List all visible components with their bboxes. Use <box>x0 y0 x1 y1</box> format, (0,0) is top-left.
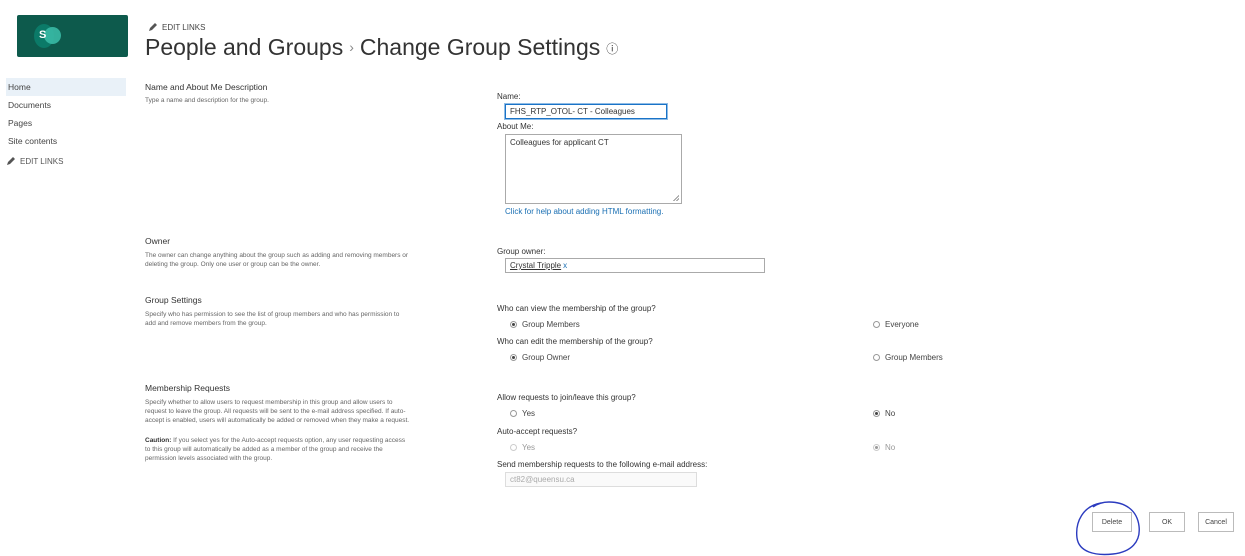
name-about-title: Name and About Me Description <box>145 82 268 92</box>
group-owner-label: Group owner: <box>497 247 546 256</box>
breadcrumb-separator: › <box>349 39 354 55</box>
top-edit-links[interactable]: EDIT LINKS <box>148 22 205 32</box>
edit-opt-group-owner: Group Owner <box>522 353 571 362</box>
auto-radio-no[interactable]: No <box>873 443 895 452</box>
auto-no-label: No <box>885 443 896 452</box>
top-edit-links-label: EDIT LINKS <box>162 22 206 32</box>
membership-desc-3: accept is enabled, users will automatica… <box>145 417 410 424</box>
edit-radio-group-members[interactable]: Group Members <box>873 353 943 362</box>
nav-item-home[interactable]: Home <box>6 78 126 96</box>
allow-radio-no[interactable]: No <box>873 409 895 418</box>
group-settings-desc-2: add and remove members from the group. <box>145 320 267 327</box>
nav-item-documents[interactable]: Documents <box>6 96 126 114</box>
caution-line-3: permission levels associated with the gr… <box>145 455 273 462</box>
radio-selected-icon <box>873 444 880 451</box>
ok-button[interactable]: OK <box>1149 512 1185 532</box>
radio-unselected-icon <box>873 354 880 361</box>
pencil-icon <box>149 23 157 31</box>
edit-membership-question: Who can edit the membership of the group… <box>497 337 653 346</box>
auto-yes-label: Yes <box>522 443 536 452</box>
view-opt-group-members: Group Members <box>522 320 580 329</box>
edit-opt-group-members: Group Members <box>885 353 943 362</box>
nav-item-site-contents[interactable]: Site contents <box>6 132 126 150</box>
resize-handle-icon[interactable] <box>673 195 679 201</box>
allow-yes-label: Yes <box>522 409 536 418</box>
group-owner-picker[interactable]: Crystal Tripple x <box>505 258 765 273</box>
radio-selected-icon <box>510 354 517 361</box>
view-membership-question: Who can view the membership of the group… <box>497 304 656 313</box>
info-icon[interactable]: ⓘ <box>606 42 618 56</box>
allow-requests-question: Allow requests to join/leave this group? <box>497 393 636 402</box>
email-label: Send membership requests to the followin… <box>497 460 708 469</box>
edit-radio-group-owner[interactable]: Group Owner <box>510 353 570 362</box>
sharepoint-icon: S <box>34 24 61 48</box>
allow-no-label: No <box>885 409 896 418</box>
html-help-link[interactable]: Click for help about adding HTML formatt… <box>505 207 663 216</box>
cancel-button[interactable]: Cancel <box>1198 512 1234 532</box>
left-nav: Home Documents Pages Site contents EDIT … <box>6 78 126 166</box>
group-settings-title: Group Settings <box>145 295 202 305</box>
remove-owner-icon[interactable]: x <box>563 261 567 270</box>
name-label: Name: <box>497 92 521 101</box>
radio-unselected-icon <box>873 321 880 328</box>
view-opt-everyone: Everyone <box>885 320 919 329</box>
nav-edit-links[interactable]: EDIT LINKS <box>6 156 126 166</box>
site-logo[interactable]: S <box>17 15 128 57</box>
membership-title: Membership Requests <box>145 383 231 393</box>
radio-unselected-icon <box>510 444 517 451</box>
breadcrumb: People and Groups › Change Group Settings ⓘ <box>145 34 618 61</box>
group-name-input[interactable]: FHS_RTP_OTOL- CT - Colleagues <box>505 104 667 119</box>
about-me-textarea[interactable]: Colleagues for applicant CT <box>505 134 682 204</box>
about-me-text: Colleagues for applicant CT <box>510 138 609 147</box>
annotation-circle <box>1076 501 1140 556</box>
view-radio-everyone[interactable]: Everyone <box>873 320 919 329</box>
caution-label: Caution: <box>145 437 172 444</box>
radio-selected-icon <box>510 321 517 328</box>
radio-unselected-icon <box>510 410 517 417</box>
about-label: About Me: <box>497 122 534 131</box>
logo-letter: S <box>39 29 47 41</box>
view-radio-group-members[interactable]: Group Members <box>510 320 580 329</box>
radio-selected-icon <box>873 410 880 417</box>
caution-text-1: If you select yes for the Auto-accept re… <box>171 437 406 444</box>
pencil-icon <box>7 157 15 165</box>
nav-edit-links-label: EDIT LINKS <box>20 156 64 166</box>
nav-item-pages[interactable]: Pages <box>6 114 126 132</box>
membership-email-input[interactable]: ct82@queensu.ca <box>505 472 697 487</box>
breadcrumb-root[interactable]: People and Groups <box>145 34 343 60</box>
auto-radio-yes[interactable]: Yes <box>510 443 535 452</box>
owner-desc-2: deleting the group. Only one user or gro… <box>145 261 321 268</box>
owner-name[interactable]: Crystal Tripple <box>510 261 561 270</box>
owner-title: Owner <box>145 236 171 246</box>
page-title: Change Group Settings <box>359 34 601 60</box>
allow-radio-yes[interactable]: Yes <box>510 409 535 418</box>
auto-accept-question: Auto-accept requests? <box>497 427 578 436</box>
name-about-desc: Type a name and description for the grou… <box>145 97 269 104</box>
